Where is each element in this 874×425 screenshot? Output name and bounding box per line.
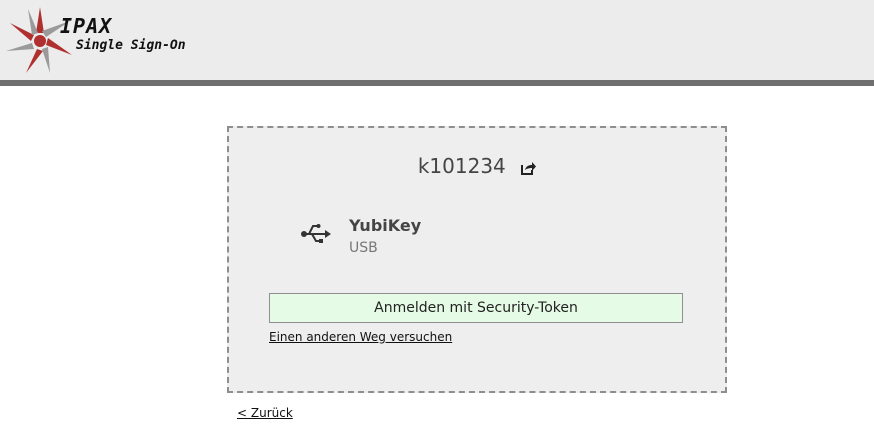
other-way-link[interactable]: Einen anderen Weg versuchen	[269, 330, 452, 344]
logo-wordmark: IPAX	[60, 14, 113, 38]
token-type: USB	[349, 240, 378, 256]
header: IPAX Single Sign-On	[0, 0, 874, 80]
username: k101234	[417, 154, 506, 178]
username-row: k101234	[229, 154, 725, 178]
header-divider	[0, 80, 874, 86]
login-card: k101234 YubiKey USB Anmelden mit Securit…	[227, 126, 727, 393]
security-token-login-button[interactable]: Anmelden mit Security-Token	[269, 293, 683, 323]
token-name: YubiKey	[349, 216, 422, 235]
share-icon[interactable]	[520, 160, 537, 176]
token-entry: YubiKey USB	[299, 216, 599, 260]
page-subtitle: Single Sign-On	[76, 38, 186, 53]
usb-icon	[301, 224, 331, 243]
back-link[interactable]: < Zurück	[237, 406, 293, 420]
